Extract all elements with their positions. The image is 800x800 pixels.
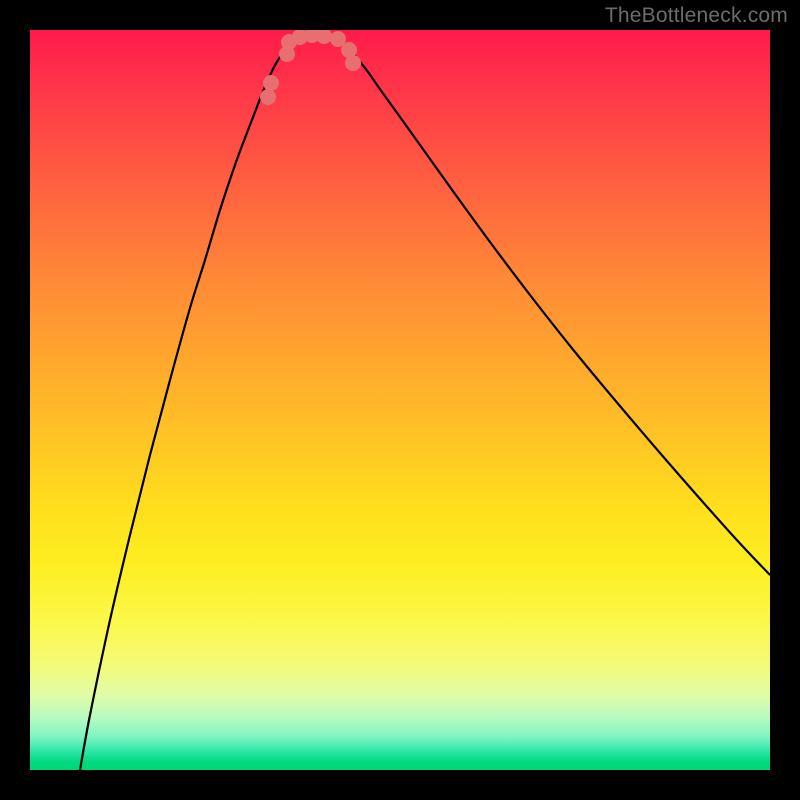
curve-left-branch	[80, 35, 305, 770]
data-dot	[263, 75, 279, 91]
plot-area	[30, 30, 770, 770]
chart-frame: TheBottleneck.com	[0, 0, 800, 800]
curve-right-branch	[330, 35, 770, 575]
data-dot	[316, 30, 332, 44]
curve-layer	[30, 30, 770, 770]
watermark-text: TheBottleneck.com	[605, 4, 788, 28]
data-dot	[260, 89, 276, 105]
data-dots-group	[260, 30, 361, 105]
data-dot	[345, 55, 361, 71]
